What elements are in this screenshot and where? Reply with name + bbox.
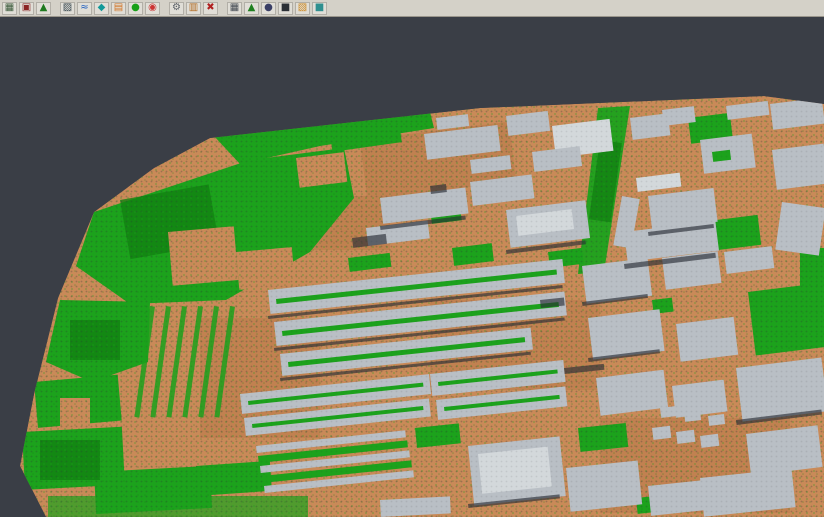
orange-box-icon[interactable]: ▤ [111, 2, 126, 15]
amber-box-icon[interactable]: ▧ [295, 2, 310, 15]
scene-svg [0, 17, 824, 517]
gear-icon[interactable]: ⚙ [169, 2, 184, 15]
application-window: ▦▣▲▨≈◆▤●◉⚙▥✖▦▲●■▧■ [0, 0, 824, 517]
terrain-pointcloud [0, 90, 824, 517]
main-toolbar: ▦▣▲▨≈◆▤●◉⚙▥✖▦▲●■▧■ [0, 0, 824, 17]
dark-square-icon[interactable]: ■ [278, 2, 293, 15]
teal-diamond-icon[interactable]: ◆ [94, 2, 109, 15]
teal-square-icon[interactable]: ■ [312, 2, 327, 15]
dark-tile-icon[interactable]: ▨ [60, 2, 75, 15]
globe-icon[interactable]: ● [261, 2, 276, 15]
target-icon[interactable]: ◉ [145, 2, 160, 15]
green-dot-icon[interactable]: ● [128, 2, 143, 15]
close-icon[interactable]: ✖ [203, 2, 218, 15]
red-layers-icon[interactable]: ▣ [19, 2, 34, 15]
viewport-3d[interactable] [0, 17, 824, 517]
hatch-icon[interactable]: ▥ [186, 2, 201, 15]
grid-icon[interactable]: ▦ [2, 2, 17, 15]
terrain-icon[interactable]: ▲ [36, 2, 51, 15]
tree-icon[interactable]: ▲ [244, 2, 259, 15]
pointcloud-grain-overlay [0, 90, 824, 517]
dark-grid-icon[interactable]: ▦ [227, 2, 242, 15]
water-icon[interactable]: ≈ [77, 2, 92, 15]
